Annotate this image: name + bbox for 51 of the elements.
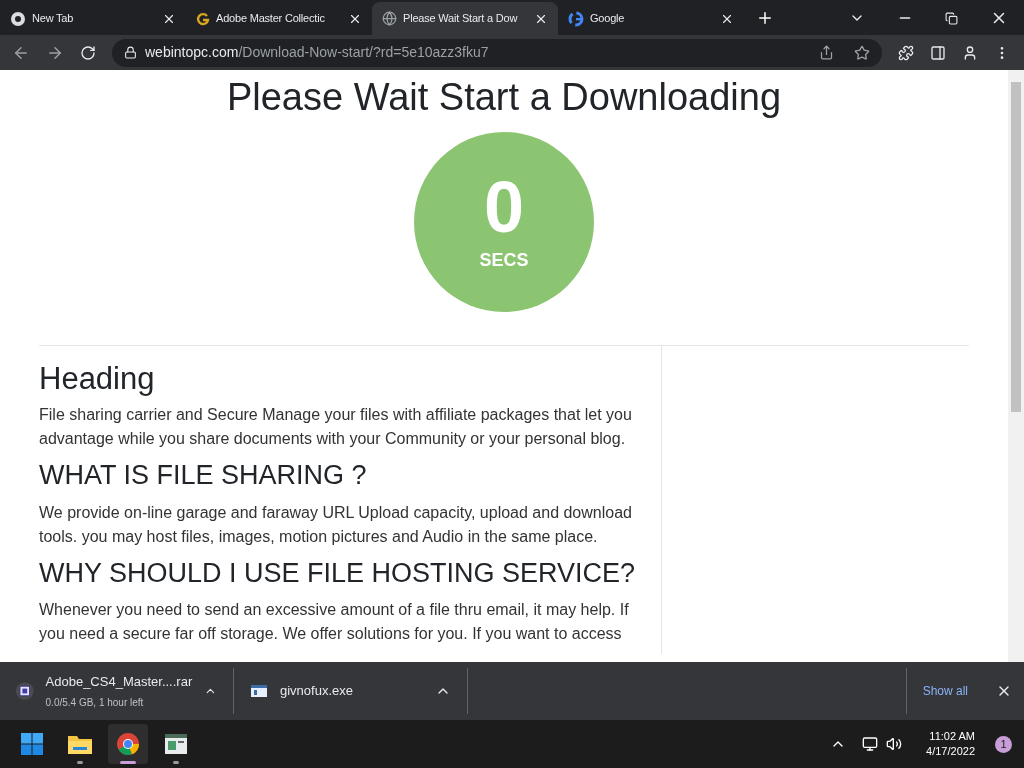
reload-icon[interactable]	[80, 44, 96, 61]
clock[interactable]: 11:02 AM 4/17/2022	[926, 729, 975, 759]
running-indicator	[77, 761, 83, 764]
share-icon[interactable]	[819, 45, 834, 60]
tab-title: New Tab	[32, 11, 74, 27]
browser-tab[interactable]: Adobe Master Collectic	[186, 2, 372, 35]
lock-icon	[124, 46, 137, 59]
archive-file-icon	[16, 680, 34, 702]
download-item[interactable]: Adobe_CS4_Master....rar 0.0/5.4 GB, 1 hour left	[0, 668, 234, 714]
section-paragraph: File sharing carrier and Secure Manage your files with affiliate packages that let you advantage while you share documents with your Community or your personal blog.	[39, 404, 633, 449]
address-bar[interactable]: webintopc.com/Download-Now-start/?rd=5e10azz3fku7	[112, 38, 882, 67]
download-filename: Adobe_CS4_Master....rar	[45, 672, 193, 691]
section-paragraph: We provide on-line garage and faraway URL Upload capacity, upload and download tools. you may host files, images, motion pictures and Audio in the same place.	[39, 502, 633, 547]
browser-tab[interactable]: Please Wait Start a Dow	[372, 2, 558, 35]
extensions-icon[interactable]	[898, 44, 914, 61]
download-filename: givnofux.exe	[280, 682, 354, 701]
side-panel-icon[interactable]	[930, 44, 946, 61]
url-text: webintopc.com/Download-Now-start/?rd=5e10azz3fku7	[145, 43, 489, 62]
chrome-icon[interactable]	[116, 732, 140, 756]
browser-tab[interactable]: New Tab	[0, 2, 186, 35]
restore-icon[interactable]	[945, 11, 958, 25]
tab-title: Please Wait Start a Dow	[403, 11, 518, 27]
countdown-unit: SECS	[479, 248, 529, 272]
section-heading: Heading	[39, 360, 156, 398]
windows-start-icon[interactable]	[20, 732, 44, 756]
network-icon[interactable]	[862, 736, 879, 752]
section-heading: WHY SHOULD I USE FILE HOSTING SERVICE?	[39, 556, 637, 590]
new-tab-icon[interactable]	[756, 9, 774, 27]
browser-tab[interactable]: Google	[558, 2, 744, 35]
running-indicator	[173, 761, 179, 764]
page-title: Please Wait Start a Downloading	[226, 78, 782, 116]
globe-icon	[382, 11, 397, 26]
exe-file-icon	[250, 683, 268, 699]
scrollbar-thumb[interactable]	[1011, 82, 1021, 412]
countdown-value: 0	[483, 170, 524, 243]
download-item[interactable]: givnofux.exe	[234, 668, 468, 714]
star-icon[interactable]	[854, 44, 870, 61]
profile-icon[interactable]	[962, 44, 978, 61]
volume-icon[interactable]	[886, 736, 903, 752]
chrome-icon	[10, 10, 26, 27]
tab-title: Adobe Master Collectic	[216, 11, 325, 27]
notification-badge[interactable]: 1	[995, 735, 1012, 753]
section-heading: WHAT IS FILE SHARING ?	[39, 458, 368, 492]
window-app-icon[interactable]	[164, 733, 188, 755]
folder-icon[interactable]	[67, 733, 93, 755]
tab-title: Google	[590, 11, 625, 27]
download-status: 0.0/5.4 GB, 1 hour left	[45, 696, 145, 711]
show-all-button[interactable]: Show all	[905, 668, 984, 714]
section-paragraph: Whenever you need to send an excessive amount of a file thru email, it may help. If you need a secure far off storage. We offer solutions for you. If you want to access	[39, 600, 630, 645]
g-logo-icon	[196, 11, 210, 26]
running-indicator	[120, 761, 136, 764]
